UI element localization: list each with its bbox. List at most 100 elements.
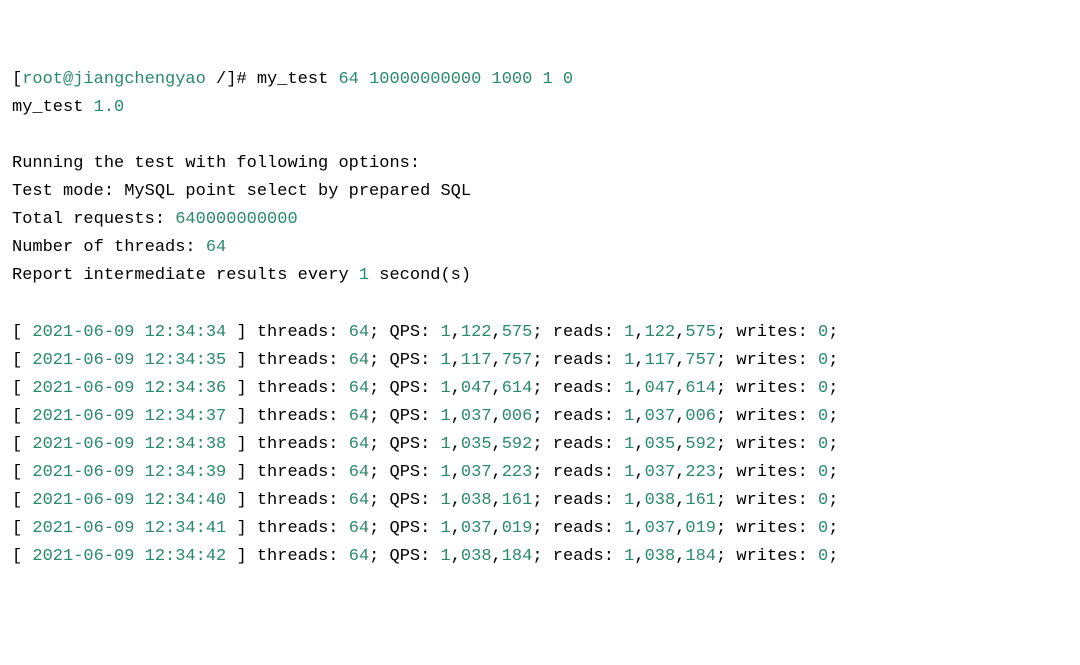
row-qps-part1: 1: [441, 407, 451, 426]
row-qps-comma1: ,: [451, 407, 461, 426]
result-row: [ 2021-06-09 12:34:39 ] threads: 64; QPS…: [12, 463, 838, 482]
row-reads-comma2: ,: [675, 519, 685, 538]
row-writes-label: ; writes:: [716, 407, 818, 426]
row-qps-comma1: ,: [451, 519, 461, 538]
row-reads-label: ; reads:: [532, 519, 624, 538]
interval-value: 1: [359, 266, 369, 285]
row-timestamp: 2021-06-09 12:34:37: [32, 407, 226, 426]
row-reads-label: ; reads:: [532, 379, 624, 398]
row-open-bracket: [: [12, 463, 32, 482]
row-qps-comma2: ,: [492, 491, 502, 510]
row-open-bracket: [: [12, 547, 32, 566]
row-qps-part2: 037: [461, 463, 492, 482]
command-args: 64 10000000000 1000 1 0: [338, 70, 573, 89]
row-close-bracket: ]: [226, 463, 246, 482]
row-reads-comma2: ,: [675, 351, 685, 370]
row-end: ;: [828, 323, 838, 342]
row-writes-label: ; writes:: [716, 519, 818, 538]
row-qps-label: ; QPS:: [369, 547, 440, 566]
row-qps-comma1: ,: [451, 323, 461, 342]
row-reads-part2: 047: [645, 379, 676, 398]
result-row: [ 2021-06-09 12:34:35 ] threads: 64; QPS…: [12, 351, 838, 370]
terminal-output: [root@jiangchengyao /]# my_test 64 10000…: [12, 66, 1068, 571]
row-qps-part3: 223: [502, 463, 533, 482]
row-threads-value: 64: [349, 407, 369, 426]
row-open-bracket: [: [12, 407, 32, 426]
command-name: my_test: [257, 70, 339, 89]
row-close-bracket: ]: [226, 351, 246, 370]
row-qps-comma1: ,: [451, 491, 461, 510]
row-qps-comma2: ,: [492, 547, 502, 566]
row-qps-part3: 184: [502, 547, 533, 566]
row-writes-label: ; writes:: [716, 491, 818, 510]
row-close-bracket: ]: [226, 323, 246, 342]
row-qps-part2: 037: [461, 407, 492, 426]
row-writes-label: ; writes:: [716, 435, 818, 454]
row-threads-label: threads:: [247, 519, 349, 538]
row-qps-part1: 1: [441, 435, 451, 454]
row-qps-part1: 1: [441, 491, 451, 510]
requests-value: 640000000000: [175, 210, 297, 229]
row-threads-value: 64: [349, 379, 369, 398]
row-threads-label: threads:: [247, 379, 349, 398]
result-row: [ 2021-06-09 12:34:34 ] threads: 64; QPS…: [12, 323, 838, 342]
row-qps-comma1: ,: [451, 435, 461, 454]
row-reads-part1: 1: [624, 323, 634, 342]
row-qps-part2: 038: [461, 547, 492, 566]
row-qps-comma2: ,: [492, 519, 502, 538]
row-open-bracket: [: [12, 519, 32, 538]
result-row: [ 2021-06-09 12:34:40 ] threads: 64; QPS…: [12, 491, 838, 510]
row-reads-label: ; reads:: [532, 463, 624, 482]
row-reads-comma1: ,: [634, 435, 644, 454]
row-writes-value: 0: [818, 323, 828, 342]
result-row: [ 2021-06-09 12:34:37 ] threads: 64; QPS…: [12, 407, 838, 426]
row-threads-label: threads:: [247, 463, 349, 482]
row-reads-part3: 614: [685, 379, 716, 398]
row-reads-comma2: ,: [675, 407, 685, 426]
result-rows: [ 2021-06-09 12:34:34 ] threads: 64; QPS…: [12, 319, 1068, 571]
row-writes-value: 0: [818, 519, 828, 538]
row-threads-value: 64: [349, 491, 369, 510]
row-timestamp: 2021-06-09 12:34:42: [32, 547, 226, 566]
prompt-close-bracket: ]#: [226, 70, 257, 89]
row-timestamp: 2021-06-09 12:34:36: [32, 379, 226, 398]
row-end: ;: [828, 547, 838, 566]
row-reads-part1: 1: [624, 463, 634, 482]
row-qps-comma1: ,: [451, 547, 461, 566]
row-reads-comma1: ,: [634, 351, 644, 370]
row-qps-part1: 1: [441, 379, 451, 398]
row-qps-label: ; QPS:: [369, 435, 440, 454]
row-reads-part1: 1: [624, 351, 634, 370]
row-reads-comma1: ,: [634, 407, 644, 426]
row-reads-part1: 1: [624, 435, 634, 454]
prompt-open-bracket: [: [12, 70, 22, 89]
row-threads-value: 64: [349, 519, 369, 538]
header-running: Running the test with following options:: [12, 154, 420, 173]
row-qps-part2: 117: [461, 351, 492, 370]
row-end: ;: [828, 379, 838, 398]
row-reads-part1: 1: [624, 407, 634, 426]
row-reads-part1: 1: [624, 519, 634, 538]
row-qps-comma1: ,: [451, 351, 461, 370]
row-open-bracket: [: [12, 379, 32, 398]
row-qps-part2: 122: [461, 323, 492, 342]
row-writes-value: 0: [818, 547, 828, 566]
row-close-bracket: ]: [226, 547, 246, 566]
row-reads-label: ; reads:: [532, 435, 624, 454]
result-row: [ 2021-06-09 12:34:42 ] threads: 64; QPS…: [12, 547, 838, 566]
row-reads-part3: 161: [685, 491, 716, 510]
row-end: ;: [828, 519, 838, 538]
row-open-bracket: [: [12, 435, 32, 454]
row-reads-comma1: ,: [634, 323, 644, 342]
row-reads-part2: 037: [645, 519, 676, 538]
row-reads-comma1: ,: [634, 379, 644, 398]
requests-label: Total requests:: [12, 210, 175, 229]
result-row: [ 2021-06-09 12:34:38 ] threads: 64; QPS…: [12, 435, 838, 454]
row-open-bracket: [: [12, 323, 32, 342]
row-reads-part2: 122: [645, 323, 676, 342]
prompt-path: /: [216, 70, 226, 89]
row-qps-label: ; QPS:: [369, 351, 440, 370]
row-timestamp: 2021-06-09 12:34:41: [32, 519, 226, 538]
threads-value: 64: [206, 238, 226, 257]
row-qps-part2: 035: [461, 435, 492, 454]
